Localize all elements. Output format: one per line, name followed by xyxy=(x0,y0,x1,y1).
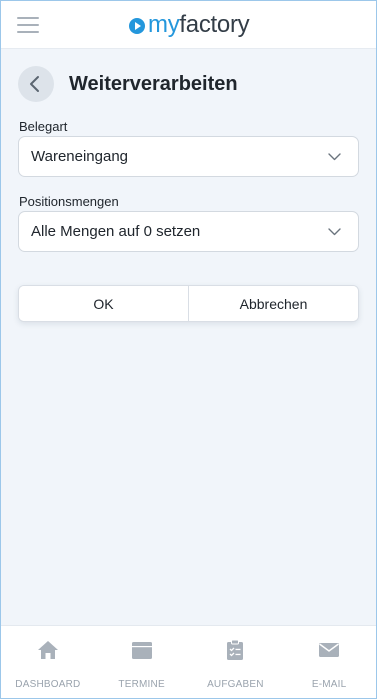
app-frame: myfactory Weiterverarbeiten Belegart War… xyxy=(0,0,377,699)
clipboard-icon xyxy=(227,639,244,660)
ok-button[interactable]: OK xyxy=(19,286,188,321)
nav-label-dashboard: DASHBOARD xyxy=(15,679,81,690)
positionsmengen-select[interactable]: Alle Mengen auf 0 setzen xyxy=(18,211,359,252)
dialog-button-group: OK Abbrechen xyxy=(18,285,359,322)
page-title: Weiterverarbeiten xyxy=(69,73,238,95)
chevron-down-icon xyxy=(328,228,341,236)
play-icon xyxy=(129,18,145,34)
bottom-navigation: DASHBOARD TERMINE AUFGABEN E-MAIL xyxy=(1,625,376,698)
nav-label-email: E-MAIL xyxy=(311,679,347,690)
top-header: myfactory xyxy=(1,1,376,49)
belegart-select[interactable]: Wareneingang xyxy=(18,136,359,177)
nav-item-email[interactable]: E-MAIL xyxy=(282,626,376,698)
belegart-label: Belegart xyxy=(19,119,68,134)
cancel-button[interactable]: Abbrechen xyxy=(188,286,358,321)
nav-item-termine[interactable]: TERMINE xyxy=(95,626,189,698)
chevron-down-icon xyxy=(328,153,341,161)
positionsmengen-label: Positionsmengen xyxy=(19,194,119,209)
positionsmengen-value: Alle Mengen auf 0 setzen xyxy=(31,223,201,240)
calendar-icon xyxy=(131,642,152,659)
belegart-value: Wareneingang xyxy=(31,148,129,165)
home-icon xyxy=(37,641,58,659)
nav-item-dashboard[interactable]: DASHBOARD xyxy=(1,626,95,698)
logo-name: factory xyxy=(179,11,250,38)
chevron-left-icon xyxy=(30,76,39,92)
myfactory-logo: myfactory xyxy=(129,10,250,40)
nav-label-aufgaben: AUFGABEN xyxy=(207,679,264,690)
hamburger-menu-icon[interactable] xyxy=(17,16,39,34)
logo-prefix: my xyxy=(148,11,180,38)
back-button[interactable] xyxy=(18,66,54,102)
mail-icon xyxy=(319,643,340,657)
nav-item-aufgaben[interactable]: AUFGABEN xyxy=(189,626,283,698)
nav-label-termine: TERMINE xyxy=(118,679,165,690)
